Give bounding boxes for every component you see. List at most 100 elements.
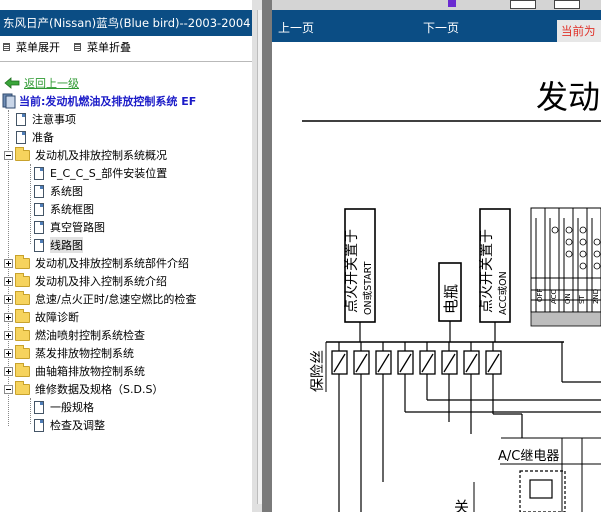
document-icon (16, 112, 26, 126)
tree-folder-sds[interactable]: 维修数据及规格（S.D.S） (4, 380, 163, 398)
table-col-label: 2ND (592, 289, 600, 304)
tree-item-label: 维修数据及规格（S.D.S） (35, 383, 164, 396)
document-icon (34, 202, 44, 216)
prev-page-link[interactable]: 上一页 (278, 19, 314, 36)
collapse-toggle-icon[interactable] (4, 384, 13, 394)
ignition-switch-position: ON或START (362, 261, 374, 315)
current-section: 当前:发动机燃油及排放控制系统 EF (2, 92, 196, 110)
tree-item-label: 发动机及排放控制系统概况 (35, 149, 167, 162)
tree-folder-diagnosis[interactable]: 故障诊断 (4, 308, 79, 326)
page-navbar: 上一页 下一页 当前为 (272, 10, 601, 42)
next-page-link[interactable]: 下一页 (423, 19, 459, 36)
back-arrow-icon (4, 77, 20, 89)
document-icon (34, 418, 44, 432)
tree-item-label: 系统图 (50, 185, 83, 198)
folder-icon (15, 272, 30, 287)
tree-item-general-spec[interactable]: 一般规格 (34, 398, 94, 416)
document-icon (34, 184, 44, 198)
tree-folder-evap[interactable]: 蒸发排放物控制系统 (4, 344, 134, 362)
diagram-title: 发动 (536, 78, 600, 116)
expand-toggle-icon[interactable] (4, 258, 13, 268)
wiring-diagram-page: 发动 点火开关置于 ON或START 电瓶 点火开关置于 ACC或ON OFF … (272, 42, 601, 512)
back-link-row[interactable]: 返回上一级 (4, 74, 79, 92)
table-col-label: ST (578, 295, 586, 304)
tree-item-notes[interactable]: 注意事项 (16, 110, 76, 128)
tree-item-preparation[interactable]: 准备 (16, 128, 54, 146)
tree-folder-components[interactable]: 发动机及排放控制系统部件介绍 (4, 254, 189, 272)
expand-toggle-icon[interactable] (4, 366, 13, 376)
menu-pane: 东风日产(Nissan)蓝鸟(Blue bird)--2003-2004 菜单展… (0, 0, 252, 512)
tree-item-label: 怠速/点火正时/怠速空燃比的检查 (35, 293, 197, 306)
tree-item-label: 曲轴箱排放物控制系统 (35, 365, 145, 378)
document-pane: 上一页 下一页 当前为 发动 点火开关置于 ON或START 电瓶 点火开关置于… (272, 0, 601, 512)
folder-icon (15, 344, 30, 359)
tree-item-label: 注意事项 (32, 113, 76, 126)
document-icon (16, 130, 26, 144)
document-icon (34, 238, 44, 252)
fuse-label: 保险丝 (310, 350, 326, 392)
tree-folder-injection[interactable]: 燃油喷射控制系统检查 (4, 326, 145, 344)
expand-toggle-icon[interactable] (4, 276, 13, 286)
tree-item-label: 蒸发排放物控制系统 (35, 347, 134, 360)
folder-icon (15, 362, 30, 377)
acc-switch-label: 点火开关置于 (479, 229, 495, 313)
tree-item-system-diagram[interactable]: 系统图 (34, 182, 83, 200)
window-title: 东风日产(Nissan)蓝鸟(Blue bird)--2003-2004 (0, 10, 252, 36)
tree-folder-idle-check[interactable]: 怠速/点火正时/怠速空燃比的检查 (4, 290, 196, 308)
side-label-fragment: 关 (454, 498, 469, 512)
table-col-label: OFF (536, 288, 544, 302)
tree-item-vacuum-diagram[interactable]: 真空管路图 (34, 218, 105, 236)
tree-item-block-diagram[interactable]: 系统框图 (34, 200, 94, 218)
document-icon (34, 166, 44, 180)
top-toolbar (272, 0, 601, 10)
tree-item-label-selected: 线路图 (50, 237, 83, 253)
expand-toggle-icon[interactable] (4, 294, 13, 304)
toolbar-button[interactable] (554, 0, 580, 9)
purple-mark-icon (448, 0, 456, 7)
tree-item-label: 故障诊断 (35, 311, 79, 324)
collapse-icon (74, 43, 81, 51)
toolbar-button[interactable] (510, 0, 536, 9)
table-shaded-row (530, 311, 601, 327)
tree-guide (30, 398, 31, 424)
tree-guide (30, 164, 31, 244)
menu-controls: 菜单展开 菜单折叠 (3, 40, 131, 54)
tree-item-label: 燃油喷射控制系统检查 (35, 329, 145, 342)
relay-label: A/C继电器 (498, 449, 559, 464)
expand-icon (3, 43, 10, 51)
relay-box (519, 470, 566, 512)
book-icon (2, 93, 16, 109)
tree-item-label: 检查及调整 (50, 419, 105, 432)
acc-switch-position: ACC或ON (497, 271, 509, 315)
tree-item-label: 发动机及排入控制系统介绍 (35, 275, 167, 288)
collapse-menu-button[interactable]: 菜单折叠 (74, 40, 131, 54)
collapse-toggle-icon[interactable] (4, 150, 13, 160)
relay-coil (529, 479, 553, 499)
folder-open-icon (15, 380, 30, 395)
tree-item-wiring-diagram[interactable]: 线路图 (34, 236, 83, 254)
tree-item-label: 发动机及排放控制系统部件介绍 (35, 257, 189, 270)
tree-item-inspection[interactable]: 检查及调整 (34, 416, 105, 434)
tree-folder-overview[interactable]: 发动机及排放控制系统概况 (4, 146, 167, 164)
expand-toggle-icon[interactable] (4, 312, 13, 322)
tree-item-label: 真空管路图 (50, 221, 105, 234)
document-icon (34, 220, 44, 234)
folder-icon (15, 290, 30, 305)
tree-item-label: 一般规格 (50, 401, 94, 414)
folder-open-icon (15, 146, 30, 161)
tree-folder-crankcase[interactable]: 曲轴箱排放物控制系统 (4, 362, 145, 380)
document-icon (34, 400, 44, 414)
expand-toggle-icon[interactable] (4, 330, 13, 340)
fuse-block (331, 350, 502, 375)
collapse-menu-label: 菜单折叠 (87, 41, 131, 54)
tree-folder-intake[interactable]: 发动机及排入控制系统介绍 (4, 272, 167, 290)
folder-icon (15, 308, 30, 323)
tree-item-label: E_C_C_S_部件安装位置 (50, 167, 168, 180)
expand-menu-button[interactable]: 菜单展开 (3, 40, 60, 54)
table-col-label: ON (564, 293, 572, 304)
tree-item-ecs-parts[interactable]: E_C_C_S_部件安装位置 (34, 164, 167, 182)
folder-icon (15, 254, 30, 269)
back-link[interactable]: 返回上一级 (24, 75, 79, 91)
wiring-diagram: 发动 点火开关置于 ON或START 电瓶 点火开关置于 ACC或ON OFF … (302, 78, 601, 512)
expand-toggle-icon[interactable] (4, 348, 13, 358)
